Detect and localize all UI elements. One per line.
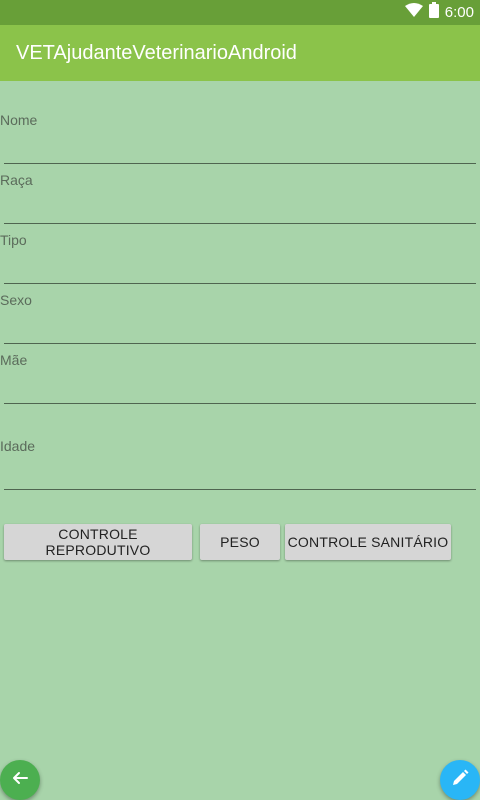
field-label-sexo: Sexo [0,292,32,308]
mae-input[interactable] [4,376,476,404]
peso-button[interactable]: PESO [200,524,280,560]
field-label-tipo: Tipo [0,232,27,248]
field-label-raca: Raça [0,172,33,188]
raca-input[interactable] [4,196,476,224]
sexo-input[interactable] [4,316,476,344]
status-time: 6:00 [444,4,474,21]
edit-button[interactable] [440,760,480,800]
back-button[interactable] [0,760,40,800]
pencil-icon [450,768,470,793]
nome-input[interactable] [4,136,476,164]
field-label-nome: Nome [0,112,38,128]
controle-sanitario-button[interactable]: CONTROLE SANITÁRIO [285,524,451,560]
field-label-idade: Idade [0,438,36,454]
wifi-icon [404,3,423,22]
app-bar: VETAjudanteVeterinarioAndroid [0,25,480,81]
status-bar: 6:00 [0,0,480,25]
idade-input[interactable] [4,462,476,490]
app-title: VETAjudanteVeterinarioAndroid [16,42,297,64]
field-label-mae: Mãe [0,352,28,368]
arrow-left-icon [10,768,30,793]
controle-reprodutivo-button[interactable]: CONTROLE REPRODUTIVO [4,524,192,560]
tipo-input[interactable] [4,256,476,284]
battery-icon [428,2,439,23]
